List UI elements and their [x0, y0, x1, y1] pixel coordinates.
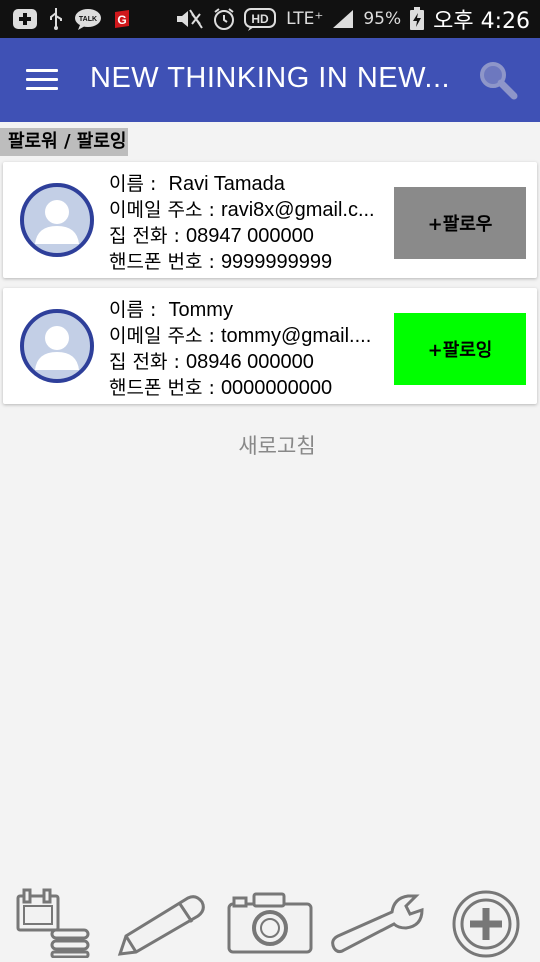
- section-label: 팔로워 / 팔로잉: [0, 128, 129, 156]
- mute-icon: [174, 8, 204, 30]
- lte-indicator: LTE⁺: [286, 9, 324, 29]
- name-label: 이름 :: [109, 173, 157, 195]
- bottom-toolbar: [0, 882, 540, 960]
- contact-name: Tommy: [168, 299, 233, 321]
- contact-mobile: 0000000000: [220, 377, 333, 399]
- status-bar: TALK G HD LTE⁺ 95% 오후 4:26: [0, 0, 540, 38]
- contact-home-phone: 08946 000000: [185, 351, 314, 373]
- contact-info: 이름 : Tommy 이메일 주소 : tommy@gmail.... 집 전화…: [109, 297, 389, 401]
- camera-icon[interactable]: [226, 888, 314, 962]
- signal-icon: [331, 8, 355, 30]
- email-label: 이메일 주소 :: [109, 199, 215, 221]
- contact-mobile: 9999999999: [220, 251, 333, 273]
- hamburger-menu-icon[interactable]: [26, 69, 58, 93]
- alarm-icon: [212, 7, 236, 31]
- battery-charging-icon: [409, 7, 425, 31]
- mobile-label: 핸드폰 번호 :: [109, 377, 215, 399]
- search-icon[interactable]: [478, 60, 518, 100]
- mobile-label: 핸드폰 번호 :: [109, 251, 215, 273]
- hd-voice-icon: HD: [244, 7, 278, 31]
- talk-label: TALK: [79, 16, 97, 23]
- wrench-icon[interactable]: [328, 888, 428, 962]
- following-button[interactable]: +팔로잉: [394, 313, 526, 385]
- pencil-icon[interactable]: [112, 888, 212, 962]
- contact-name: Ravi Tamada: [168, 173, 285, 195]
- contact-card: 이름 : Tommy 이메일 주소 : tommy@gmail.... 집 전화…: [3, 288, 537, 404]
- follow-button[interactable]: +팔로우: [394, 187, 526, 259]
- avatar: [19, 182, 95, 258]
- refresh-button[interactable]: 새로고침: [0, 430, 540, 460]
- home-phone-label: 집 전화 :: [109, 225, 180, 247]
- red-app-icon: G: [112, 8, 132, 30]
- add-circle-icon[interactable]: [444, 888, 528, 962]
- hd-label: HD: [251, 12, 269, 26]
- clock: 오후 4:26: [433, 9, 530, 34]
- svg-text:G: G: [117, 13, 126, 27]
- contact-card: 이름 : Ravi Tamada 이메일 주소 : ravi8x@gmail.c…: [3, 162, 537, 278]
- app-bar: NEW THINKING IN NEW...: [0, 38, 540, 122]
- battery-percent: 95%: [363, 9, 402, 29]
- contact-info: 이름 : Ravi Tamada 이메일 주소 : ravi8x@gmail.c…: [109, 171, 389, 275]
- name-label: 이름 :: [109, 299, 157, 321]
- calendar-list-icon[interactable]: [14, 888, 94, 962]
- avatar: [19, 308, 95, 384]
- contact-email: ravi8x@gmail.c...: [220, 199, 375, 221]
- contact-email: tommy@gmail....: [220, 325, 372, 347]
- usb-icon: [48, 7, 64, 31]
- talk-icon: TALK: [74, 7, 102, 31]
- add-notification-icon: [12, 8, 38, 30]
- home-phone-label: 집 전화 :: [109, 351, 180, 373]
- contact-home-phone: 08947 000000: [185, 225, 314, 247]
- app-title: NEW THINKING IN NEW...: [90, 62, 450, 94]
- email-label: 이메일 주소 :: [109, 325, 215, 347]
